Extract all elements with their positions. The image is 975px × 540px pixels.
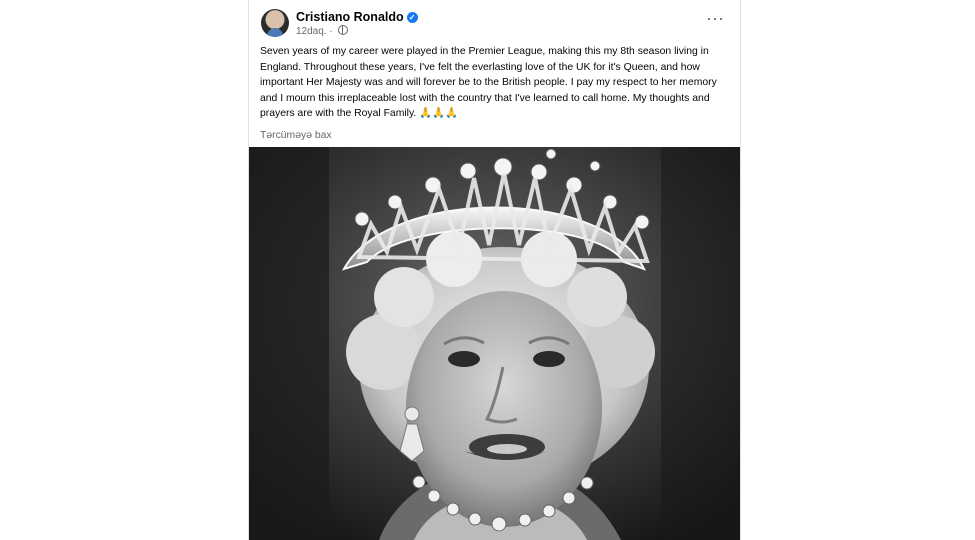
- post-body-text: Seven years of my career were played in …: [260, 46, 717, 119]
- post-header: Cristiano Ronaldo ✓ 12daq. · ···: [249, 0, 740, 44]
- more-options-icon[interactable]: ···: [706, 9, 724, 31]
- meta-separator: ·: [329, 26, 333, 37]
- queen-portrait-image: [249, 147, 740, 540]
- globe-icon: [337, 25, 348, 35]
- post-meta: 12daq. ·: [296, 25, 348, 37]
- see-translation-link[interactable]: Tərcüməyə bax: [249, 130, 740, 141]
- feed-post: Cristiano Ronaldo ✓ 12daq. · ··· Seven ye…: [248, 0, 741, 540]
- post-photo[interactable]: [249, 147, 740, 540]
- author-avatar[interactable]: [261, 9, 289, 37]
- post-timestamp[interactable]: 12daq.: [296, 26, 327, 37]
- right-margin: [740, 0, 975, 540]
- author-name-text[interactable]: Cristiano Ronaldo: [296, 10, 404, 24]
- author-name[interactable]: Cristiano Ronaldo ✓: [296, 10, 418, 24]
- left-margin: [0, 0, 248, 540]
- verified-badge-icon: ✓: [406, 12, 418, 23]
